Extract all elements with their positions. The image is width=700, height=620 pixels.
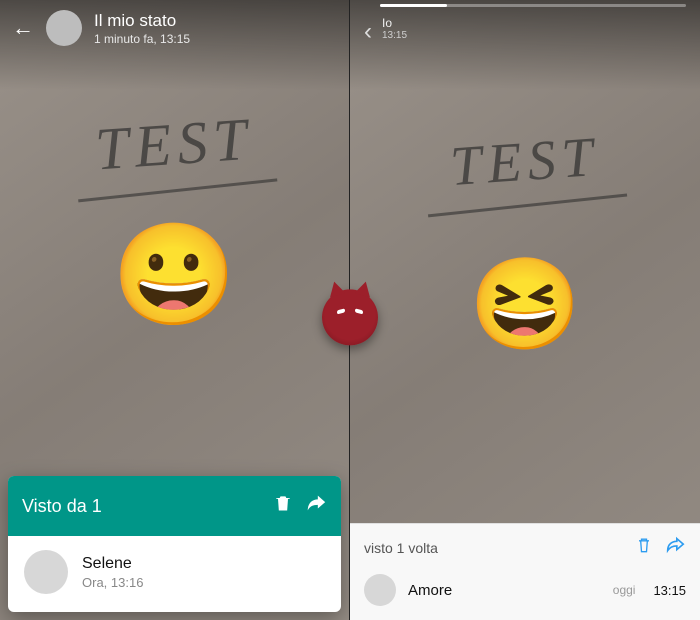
viewer-time: Ora, 13:16	[82, 575, 143, 590]
viewed-by-label: Visto da 1	[22, 496, 261, 517]
back-chevron-icon[interactable]: ‹	[364, 6, 372, 44]
header-text-block: Il mio stato 1 minuto fa, 13:15	[94, 11, 190, 46]
viewer-day: oggi	[613, 583, 636, 597]
status-header: ‹ Io 13:15	[350, 0, 700, 50]
status-time: 13:15	[382, 30, 407, 41]
forward-icon[interactable]	[305, 492, 327, 520]
bar-header: visto 1 volta	[350, 524, 700, 568]
status-subtitle: 1 minuto fa, 13:15	[94, 32, 190, 46]
underline-stroke	[78, 178, 277, 202]
grinning-emoji-icon: 😀	[112, 225, 237, 325]
viewed-by-bar: visto 1 volta Amore oggi 13:15	[350, 523, 700, 620]
trash-icon[interactable]	[273, 493, 293, 519]
status-photo-text: TEST	[350, 118, 700, 219]
viewer-row[interactable]: Amore oggi 13:15	[350, 568, 700, 620]
status-panel-android: ← Il mio stato 1 minuto fa, 13:15 TEST 😀…	[0, 0, 350, 620]
avatar[interactable]	[46, 10, 82, 46]
status-panel-ios: ‹ Io 13:15 TEST 😆 visto 1 volta Amore og…	[350, 0, 700, 620]
viewer-time: 13:15	[653, 583, 686, 598]
viewer-name: Selene	[82, 555, 143, 573]
forward-icon[interactable]	[664, 534, 686, 562]
trash-icon[interactable]	[634, 535, 654, 561]
status-photo-text: TEST	[0, 98, 350, 204]
status-header: ← Il mio stato 1 minuto fa, 13:15	[0, 0, 349, 56]
viewed-by-sheet: Visto da 1 Selene Ora, 13:16	[8, 476, 341, 612]
sheet-header: Visto da 1	[8, 476, 341, 536]
devil-watermark-icon	[322, 289, 378, 345]
header-meta: Io 13:15	[382, 6, 407, 41]
viewer-text: Selene Ora, 13:16	[82, 555, 143, 590]
underline-stroke	[428, 193, 627, 217]
status-title: Il mio stato	[94, 11, 190, 31]
laughing-emoji-icon: 😆	[469, 260, 581, 350]
viewer-avatar	[364, 574, 396, 606]
viewer-avatar	[24, 550, 68, 594]
status-author: Io	[382, 16, 407, 30]
viewer-name: Amore	[408, 582, 601, 599]
back-arrow-icon[interactable]: ←	[12, 17, 34, 39]
viewed-count-label: visto 1 volta	[364, 540, 624, 556]
viewer-row[interactable]: Selene Ora, 13:16	[8, 536, 341, 612]
